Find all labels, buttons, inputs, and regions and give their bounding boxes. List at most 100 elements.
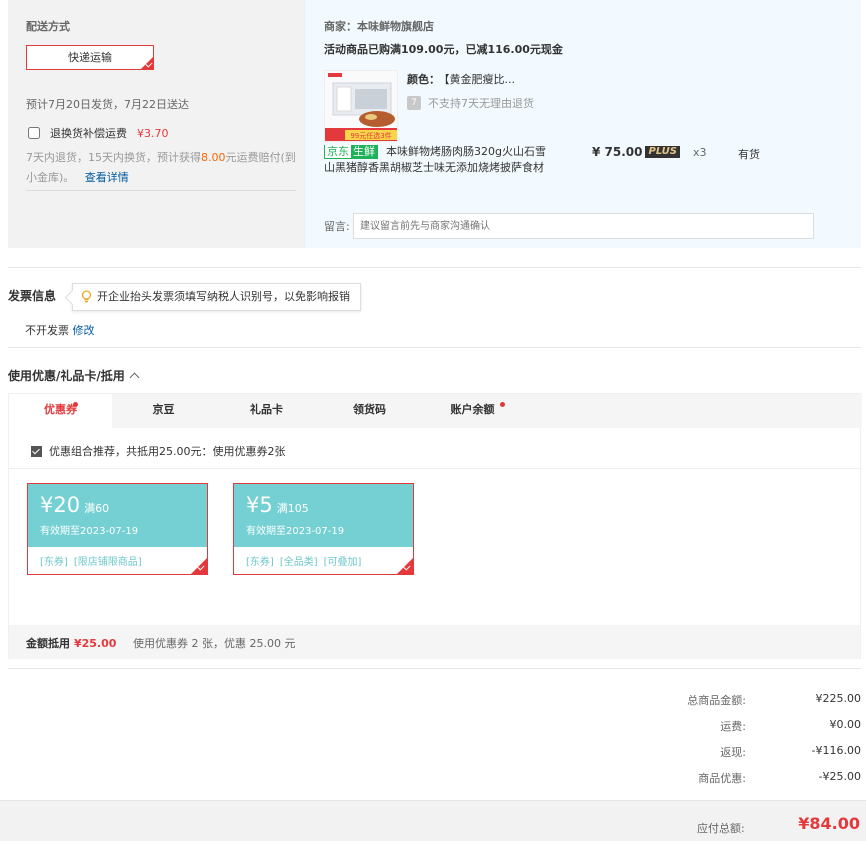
summary-value: -¥116.00 — [811, 744, 861, 757]
selected-check-icon — [141, 57, 153, 69]
divider — [26, 190, 296, 191]
coupon-tags: [东券] [全品类] [可叠加] — [246, 553, 367, 568]
coupons-title-text: 使用优惠/礼品卡/抵用 — [8, 369, 125, 383]
product-attribute: 颜色： 【黄金肥瘦比... — [407, 71, 515, 87]
coupon-head: ¥20 满60 有效期至2023-07-19 — [28, 484, 207, 547]
invoice-status-text: 不开发票 — [25, 324, 69, 337]
details-link[interactable]: 查看详情 — [85, 171, 129, 184]
image-badge-text: 99元任选3件 — [350, 131, 391, 140]
summary-value: -¥25.00 — [818, 770, 861, 783]
tab-pickup-code[interactable]: 领货码 — [318, 394, 421, 428]
coupon-value: ¥20 — [40, 493, 81, 517]
return-insurance-option[interactable]: 退换货补偿运费 ¥3.70 — [28, 125, 169, 141]
invoice-title: 发票信息 — [8, 289, 57, 303]
fresh-tag-label: 生鲜 — [353, 145, 375, 158]
express-delivery-option[interactable]: 快递运输 — [26, 45, 154, 70]
delivery-panel: 配送方式 快递运输 预计7月20日发货，7月22日送达 退换货补偿运费 ¥3.7… — [8, 0, 305, 248]
summary-value: ¥0.00 — [829, 718, 862, 731]
shop-panel: 商家：本味鲜物旗舰店 活动商品已购满109.00元，已减116.00元现金 99… — [305, 0, 861, 248]
insurance-amount: 8.00 — [201, 151, 226, 164]
coupon-summary: 金额抵用 ¥25.00 使用优惠券 2 张，优惠 25.00 元 — [9, 625, 860, 659]
divider — [9, 468, 862, 469]
coupons-panel: 优惠券 京豆 礼品卡 领货码 账户余额 优惠组合推荐，共抵用25.00元：使用优… — [8, 393, 862, 659]
cashback-row: 返现: -¥116.00 — [626, 744, 861, 760]
product-quantity: x3 — [693, 146, 707, 159]
payable-bar: 应付总额: ¥84.00 — [0, 800, 866, 841]
product-name-block: 京东 生鲜 本味鲜物烤肠肉肠320g火山石雪山黑猪醇香黑胡椒芝士味无添加烧烤披萨食材 — [324, 144, 549, 176]
tab-gift-card[interactable]: 礼品卡 — [215, 394, 318, 428]
tab-jingdou[interactable]: 京豆 — [112, 394, 215, 428]
promo-text: 活动商品已购满109.00元，已减116.00元现金 — [324, 43, 563, 56]
tab-coupons[interactable]: 优惠券 — [9, 394, 112, 428]
delivery-date: 预计7月20日发货，7月22日送达 — [26, 98, 189, 111]
chevron-up-icon[interactable] — [129, 372, 140, 383]
checkbox-checked-icon[interactable] — [31, 445, 42, 457]
summary-value: ¥225.00 — [815, 692, 862, 705]
coupon-amount: ¥20 满60 — [40, 493, 109, 517]
invoice-status: 不开发票 修改 — [25, 322, 95, 338]
tab-account-balance[interactable]: 账户余额 — [421, 394, 524, 428]
combo-recommend[interactable]: 优惠组合推荐，共抵用25.00元：使用优惠券2张 — [31, 443, 286, 459]
return-insurance-desc: 7天内退货，15天内换货，预计获得8.00元运费赔付(到小金库)。 查看详情 — [26, 148, 298, 188]
price-value: ¥ 75.00 — [592, 145, 643, 159]
product-stock: 有货 — [738, 148, 760, 161]
product-thumbnail-icon: 99元任选3件 — [325, 71, 397, 141]
lightbulb-icon — [81, 290, 92, 303]
combo-text: 优惠组合推荐，共抵用25.00元：使用优惠券2张 — [49, 445, 286, 458]
tab-jingdou-label: 京豆 — [152, 403, 175, 416]
coupon-head: ¥5 满105 有效期至2023-07-19 — [234, 484, 413, 547]
invoice-tip: 开企业抬头发票须填写纳税人识别号，以免影响报销 — [72, 283, 361, 311]
coupon-condition: 满105 — [276, 502, 309, 515]
coupon-amount: ¥5 满105 — [246, 493, 309, 517]
divider — [8, 347, 861, 348]
coupon-tag: [东券] — [40, 557, 68, 568]
coupons-title: 使用优惠/礼品卡/抵用 — [8, 367, 140, 384]
tab-pickup-code-label: 领货码 — [353, 403, 386, 416]
invoice-edit-link[interactable]: 修改 — [73, 324, 95, 337]
tab-gift-card-label: 礼品卡 — [250, 403, 283, 416]
selected-check-icon — [397, 558, 413, 574]
coupon-card[interactable]: ¥5 满105 有效期至2023-07-19 [东券] [全品类] [可叠加] — [233, 483, 414, 575]
coupon-card[interactable]: ¥20 满60 有效期至2023-07-19 [东券] [限店铺限商品] — [27, 483, 208, 575]
coupon-tags: [东券] [限店铺限商品] — [40, 553, 148, 568]
message-label: 留言: — [324, 220, 350, 233]
discount-desc: 使用优惠券 2 张，优惠 25.00 元 — [133, 637, 296, 650]
coupon-tag: [可叠加] — [323, 557, 362, 568]
shop-name: 商家：本味鲜物旗舰店 — [324, 20, 434, 33]
divider — [8, 668, 861, 669]
order-section: 配送方式 快递运输 预计7月20日发货，7月22日送达 退换货补偿运费 ¥3.7… — [8, 0, 861, 248]
summary-label: 商品优惠: — [698, 772, 746, 785]
goods-discount-row: 商品优惠: -¥25.00 — [626, 770, 861, 786]
selected-check-icon — [191, 558, 207, 574]
no-return-icon: 7 — [407, 96, 421, 110]
discount-label-text: 金额抵用 — [26, 637, 70, 650]
invoice-tip-text: 开企业抬头发票须填写纳税人识别号，以免影响报销 — [97, 290, 350, 303]
fresh-tag-lead: 京东 — [325, 145, 351, 158]
message-input[interactable] — [353, 213, 814, 239]
return-insurance-label: 退换货补偿运费 — [50, 127, 127, 140]
payable-amount: ¥84.00 — [798, 814, 860, 833]
payable-label: 应付总额: — [697, 822, 745, 835]
coupon-tag: [限店铺限商品] — [73, 557, 142, 568]
express-delivery-label: 快递运输 — [68, 51, 112, 64]
coupon-value: ¥5 — [246, 493, 273, 517]
discount-amount: ¥25.00 — [74, 637, 117, 650]
summary-label: 返现: — [720, 746, 746, 759]
delivery-title: 配送方式 — [26, 20, 70, 33]
product-image[interactable]: 99元任选3件 — [324, 70, 398, 142]
insurance-desc-text: 7天内退货，15天内换货，预计获得 — [26, 151, 201, 164]
product-price: ¥ 75.00 PLUS — [592, 145, 680, 159]
no-return-text: 不支持7天无理由退货 — [428, 97, 534, 110]
shipping-fee-row: 运费: ¥0.00 — [626, 718, 861, 734]
return-insurance-checkbox[interactable] — [28, 127, 40, 139]
total-goods-row: 总商品金额: ¥225.00 — [626, 692, 861, 708]
divider — [8, 267, 861, 268]
summary-label: 运费: — [720, 720, 746, 733]
new-dot — [500, 402, 505, 407]
tab-account-balance-label: 账户余额 — [450, 403, 495, 416]
new-dot — [73, 402, 78, 407]
summary-label: 总商品金额: — [687, 694, 746, 707]
color-label: 颜色： — [407, 73, 440, 86]
no-return-notice: 7 不支持7天无理由退货 — [407, 95, 534, 111]
color-value: 【黄金肥瘦比... — [444, 73, 515, 86]
